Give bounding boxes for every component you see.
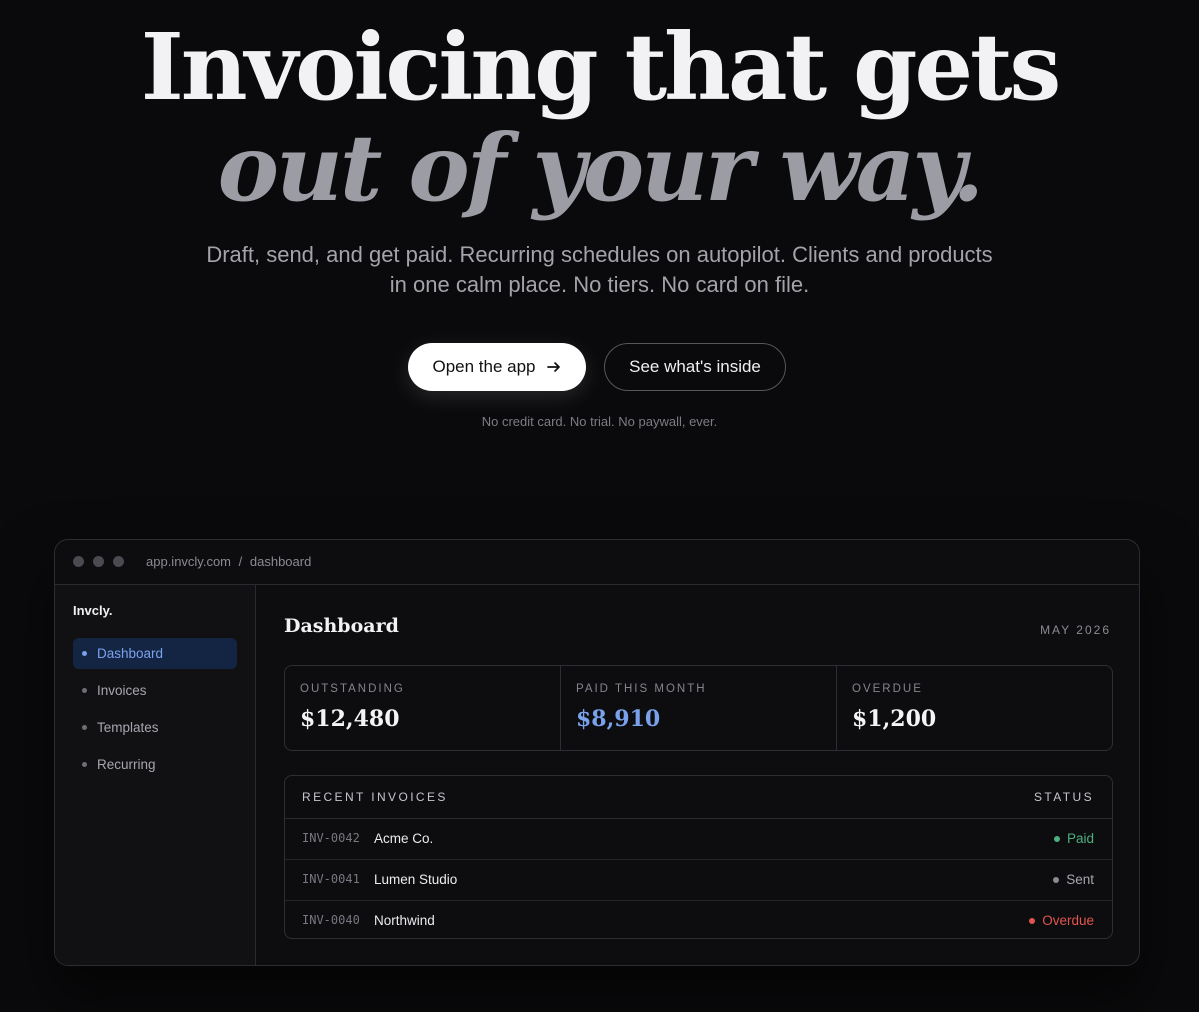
url-host: app.invcly.com [146,554,232,569]
period-label: MAY 2026 [1040,623,1111,637]
sidebar-item-label: Invoices [97,683,147,698]
open-app-button[interactable]: Open the app [408,343,586,391]
stat-label: OVERDUE [852,683,923,695]
sidebar-item-templates[interactable]: Templates [73,712,237,743]
hero-subtitle: Draft, send, and get paid. Recurring sch… [206,242,993,297]
invoice-id: INV-0041 [302,872,360,886]
bullet-icon [82,725,87,730]
page-title: Dashboard [284,615,399,637]
status-text: Overdue [1042,913,1094,928]
window-dot-maximize [113,556,124,567]
window-dot-minimize [93,556,104,567]
recent-invoices-table: RECENT INVOICES STATUS INV-0042 Acme Co.… [284,775,1113,939]
url-separator: / [238,554,243,569]
window-dot-close [73,556,84,567]
recent-invoices-heading: RECENT INVOICES [302,790,448,804]
status-badge: Paid [1053,831,1094,846]
bullet-icon [82,651,87,656]
status-dot-icon [1029,917,1036,924]
sidebar-item-label: Recurring [97,757,156,772]
stat-value: $8,910 [576,706,661,732]
url-path: dashboard [249,554,312,569]
invoice-client: Lumen Studio [374,872,458,887]
sidebar-item-label: Templates [97,720,159,735]
app-preview-window: app.invcly.com / dashboard Invcly. Dashb… [54,539,1140,966]
stat-paid-this-month: PAID THIS MONTH $8,910 [561,666,837,750]
stat-value: $12,480 [300,706,400,732]
status-heading: STATUS [1034,790,1094,804]
hero-title-line-1: Invoicing that gets [140,13,1062,121]
sidebar-item-label: Dashboard [97,646,164,661]
stat-outstanding: OUTSTANDING $12,480 [285,666,561,750]
hero-note: No credit card. No trial. No paywall, ev… [481,414,718,429]
sidebar-item-dashboard[interactable]: Dashboard [73,638,237,669]
table-header: RECENT INVOICES STATUS [285,776,1112,819]
table-row[interactable]: INV-0042 Acme Co. Paid [285,819,1112,860]
stats-panel: OUTSTANDING $12,480 PAID THIS MONTH $8,9… [284,665,1113,751]
hero-title-line-2: out of your way. [217,114,985,222]
table-row[interactable]: INV-0040 Northwind Overdue [285,901,1112,938]
invoice-id: INV-0042 [302,831,360,845]
invoice-id: INV-0040 [302,913,360,927]
sidebar-item-invoices[interactable]: Invoices [73,675,237,706]
stat-overdue: OVERDUE $1,200 [837,666,1112,750]
sidebar-item-recurring[interactable]: Recurring [73,749,237,780]
brand-logo: Invcly. [73,603,113,618]
bullet-icon [82,688,87,693]
stat-label: PAID THIS MONTH [576,683,707,695]
status-text: Sent [1066,872,1094,887]
arrow-right-icon [546,362,560,372]
status-dot-icon [1053,835,1060,842]
status-dot-icon [1053,876,1060,883]
open-app-label: Open the app [432,357,536,376]
status-text: Paid [1066,831,1094,846]
window-titlebar: app.invcly.com / dashboard [55,540,1139,585]
table-row[interactable]: INV-0041 Lumen Studio Sent [285,860,1112,901]
status-badge: Sent [1053,872,1094,887]
address-bar: app.invcly.com / dashboard [146,554,311,569]
stat-label: OUTSTANDING [300,683,405,695]
invoice-client: Northwind [374,913,435,928]
status-badge: Overdue [1029,913,1094,928]
sidebar: Invcly. Dashboard Invoices Templates Rec… [55,585,256,965]
dashboard-main: Dashboard MAY 2026 OUTSTANDING $12,480 P… [256,585,1139,965]
see-inside-button[interactable]: See what's inside [604,343,786,391]
bullet-icon [82,762,87,767]
stat-value: $1,200 [852,706,937,732]
invoice-client: Acme Co. [374,831,434,846]
